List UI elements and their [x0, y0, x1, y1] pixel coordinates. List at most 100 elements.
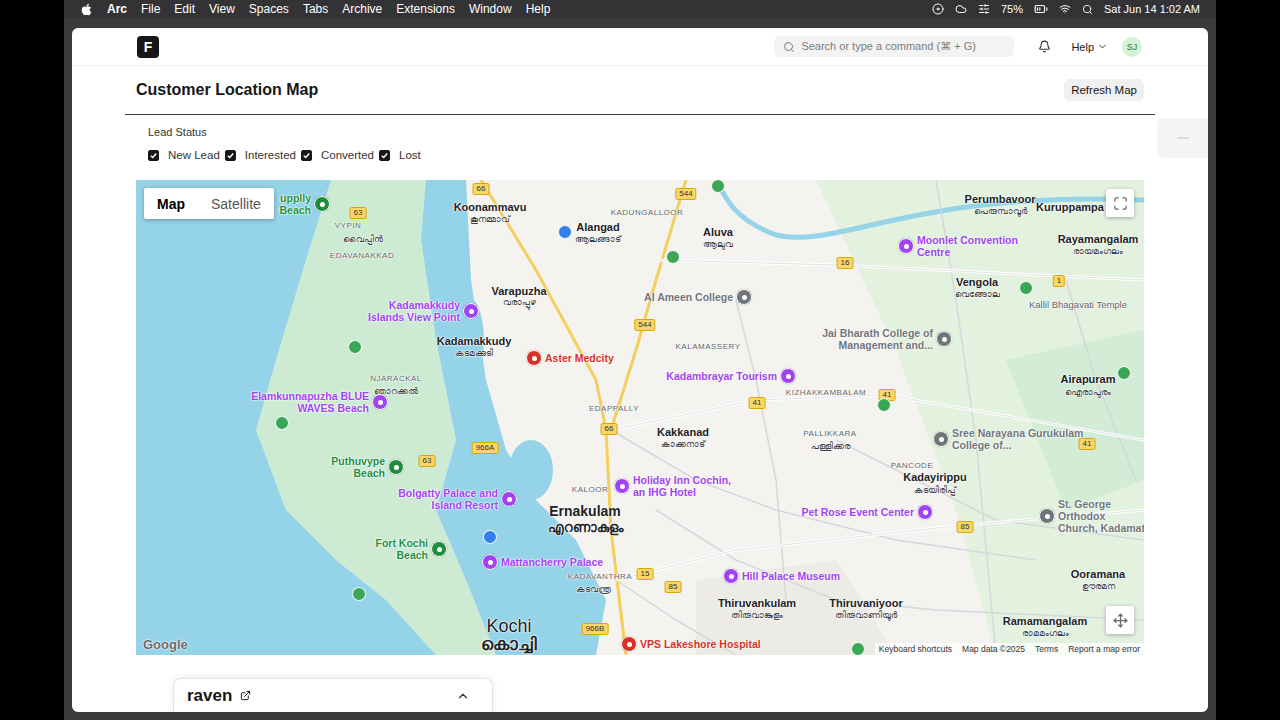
raven-chat-bar[interactable]: raven: [173, 678, 493, 712]
lead-pin[interactable]: [1117, 366, 1131, 380]
lead-status-filter: Lead StatusNew LeadInterestedConvertedLo…: [125, 115, 1155, 162]
map-place-label: തിരുവാണിയൂർ: [835, 610, 897, 620]
user-avatar[interactable]: SJ: [1122, 37, 1142, 57]
road-shield: 966A: [472, 442, 499, 454]
road-shield: 41: [749, 397, 766, 409]
poi-icon: [723, 568, 739, 584]
poi-icon: [482, 554, 498, 570]
menu-item[interactable]: Window: [469, 2, 512, 16]
lead-pin[interactable]: [851, 642, 865, 655]
road-shield: 63: [419, 455, 436, 467]
lead-pin[interactable]: [558, 225, 572, 239]
notifications-button[interactable]: [1038, 40, 1051, 53]
menu-item[interactable]: File: [141, 2, 160, 16]
map-place-label: കടമക്കുടി: [455, 348, 493, 358]
road-shield: 1: [1053, 275, 1065, 287]
lead-pin[interactable]: [1019, 281, 1033, 295]
poi-icon: [898, 238, 914, 254]
menu-bar: Arc File Edit View Spaces Tabs Archive Extensio…: [64, 0, 1216, 18]
camera-control[interactable]: [1106, 606, 1134, 634]
map-place-label: Ernakulam: [549, 503, 621, 519]
status-checkbox[interactable]: New Lead: [148, 149, 220, 161]
status-checkbox[interactable]: Converted: [301, 149, 374, 161]
spotlight-icon[interactable]: [1082, 4, 1093, 15]
map-place-label: Varapuzha: [491, 285, 546, 298]
map-type-tabs: MapSatellite: [144, 188, 274, 219]
poi-label: Holiday Inn Cochin, an IHG Hotel: [633, 474, 743, 498]
search-icon: [783, 41, 795, 53]
road-shield: 966B: [582, 623, 609, 635]
menu-item[interactable]: Extensions: [396, 2, 455, 16]
map-place-label: Alangad: [576, 221, 619, 234]
customer-map[interactable]: upplly BeachVYPINവൈപ്പിൻEDAVANAKKADKoona…: [136, 180, 1144, 655]
record-icon[interactable]: [932, 3, 944, 15]
map-type-tab[interactable]: Satellite: [198, 188, 274, 219]
map-place-label: Kallil Bhagavati Temple: [1029, 300, 1127, 311]
fullscreen-button[interactable]: [1106, 189, 1134, 217]
attribution-link[interactable]: Map data ©2025: [962, 644, 1025, 654]
map-place-label: ആലങ്ങാട്: [575, 234, 621, 244]
poi-icon: [463, 303, 479, 319]
poi-label: Sree Narayana Gurukulam College of...: [952, 427, 1092, 451]
lead-pin[interactable]: [666, 250, 680, 264]
status-checkbox[interactable]: Interested: [225, 149, 296, 161]
controls-icon[interactable]: [978, 3, 990, 15]
attribution-link[interactable]: Keyboard shortcuts: [879, 644, 952, 654]
checkbox[interactable]: [379, 150, 390, 161]
google-logo: Google: [143, 637, 188, 652]
map-place-label: ഊരമന: [1082, 581, 1115, 591]
poi-label: St. George Orthodox Church, Kadamat: [1058, 498, 1144, 534]
checkbox[interactable]: [301, 150, 312, 161]
map-place-label: PANCODE: [891, 461, 933, 470]
menu-item[interactable]: Archive: [342, 2, 382, 16]
bell-icon: [1038, 40, 1051, 53]
road-shield: 544: [675, 188, 696, 200]
lead-pin[interactable]: [877, 398, 891, 412]
external-link-icon[interactable]: [240, 690, 251, 701]
search-field[interactable]: Search or type a command (⌘ + G): [774, 36, 1014, 57]
checkbox[interactable]: [148, 150, 159, 161]
menu-item[interactable]: View: [209, 2, 235, 16]
poi-icon: [614, 478, 630, 494]
menu-item[interactable]: Spaces: [249, 2, 289, 16]
poi-label: Moonlet Convention Centre: [917, 234, 1027, 258]
lead-pin[interactable]: [352, 587, 366, 601]
status-checkbox[interactable]: Lost: [379, 149, 421, 161]
menu-item[interactable]: Tabs: [303, 2, 328, 16]
menu-item[interactable]: Help: [526, 2, 551, 16]
poi-icon: [501, 491, 517, 507]
refresh-map-button[interactable]: Refresh Map: [1064, 79, 1144, 101]
battery-icon[interactable]: [1034, 2, 1048, 16]
apple-icon[interactable]: [80, 3, 93, 16]
app-menu[interactable]: Arc: [107, 2, 127, 16]
poi-label: Hill Palace Museum: [742, 570, 872, 582]
map-place-label: തിരുവാങ്കുളം: [731, 610, 783, 620]
cloud-icon[interactable]: [955, 3, 967, 15]
menu-item[interactable]: Edit: [174, 2, 195, 16]
map-place-label: Koonammavu: [454, 201, 527, 214]
lead-pin[interactable]: [348, 340, 362, 354]
poi-icon: [917, 504, 933, 520]
lead-pin[interactable]: [483, 530, 497, 544]
map-place-label: Ooramana: [1071, 568, 1125, 581]
poi-label: Fort Kochi Beach: [368, 537, 428, 561]
help-menu[interactable]: Help: [1071, 41, 1108, 53]
check-icon: [149, 151, 158, 160]
attribution-link[interactable]: Terms: [1035, 644, 1058, 654]
map-place-label: Thiruvaniyoor: [829, 597, 902, 610]
checkbox[interactable]: [225, 150, 236, 161]
wifi-icon[interactable]: [1059, 3, 1071, 15]
lead-pin[interactable]: [275, 416, 289, 430]
attribution-link[interactable]: Report a map error: [1068, 644, 1140, 654]
poi-label: Al Ameen College: [623, 291, 733, 303]
map-place-label: രായമംഗലം: [1073, 246, 1123, 256]
map-place-label: Thiruvankulam: [718, 597, 796, 610]
app-logo[interactable]: F: [137, 36, 159, 58]
poi-label: Pet Rose Event Center: [784, 506, 914, 518]
map-type-tab[interactable]: Map: [144, 188, 198, 219]
sidebar-toggle[interactable]: [1157, 118, 1208, 158]
clock[interactable]: Sat Jun 14 1:02 AM: [1104, 3, 1200, 15]
map-place-label: Rayamangalam: [1058, 233, 1139, 246]
chevron-up-icon[interactable]: [456, 689, 470, 703]
map-place-label: പള്ളിക്കര: [811, 441, 850, 451]
